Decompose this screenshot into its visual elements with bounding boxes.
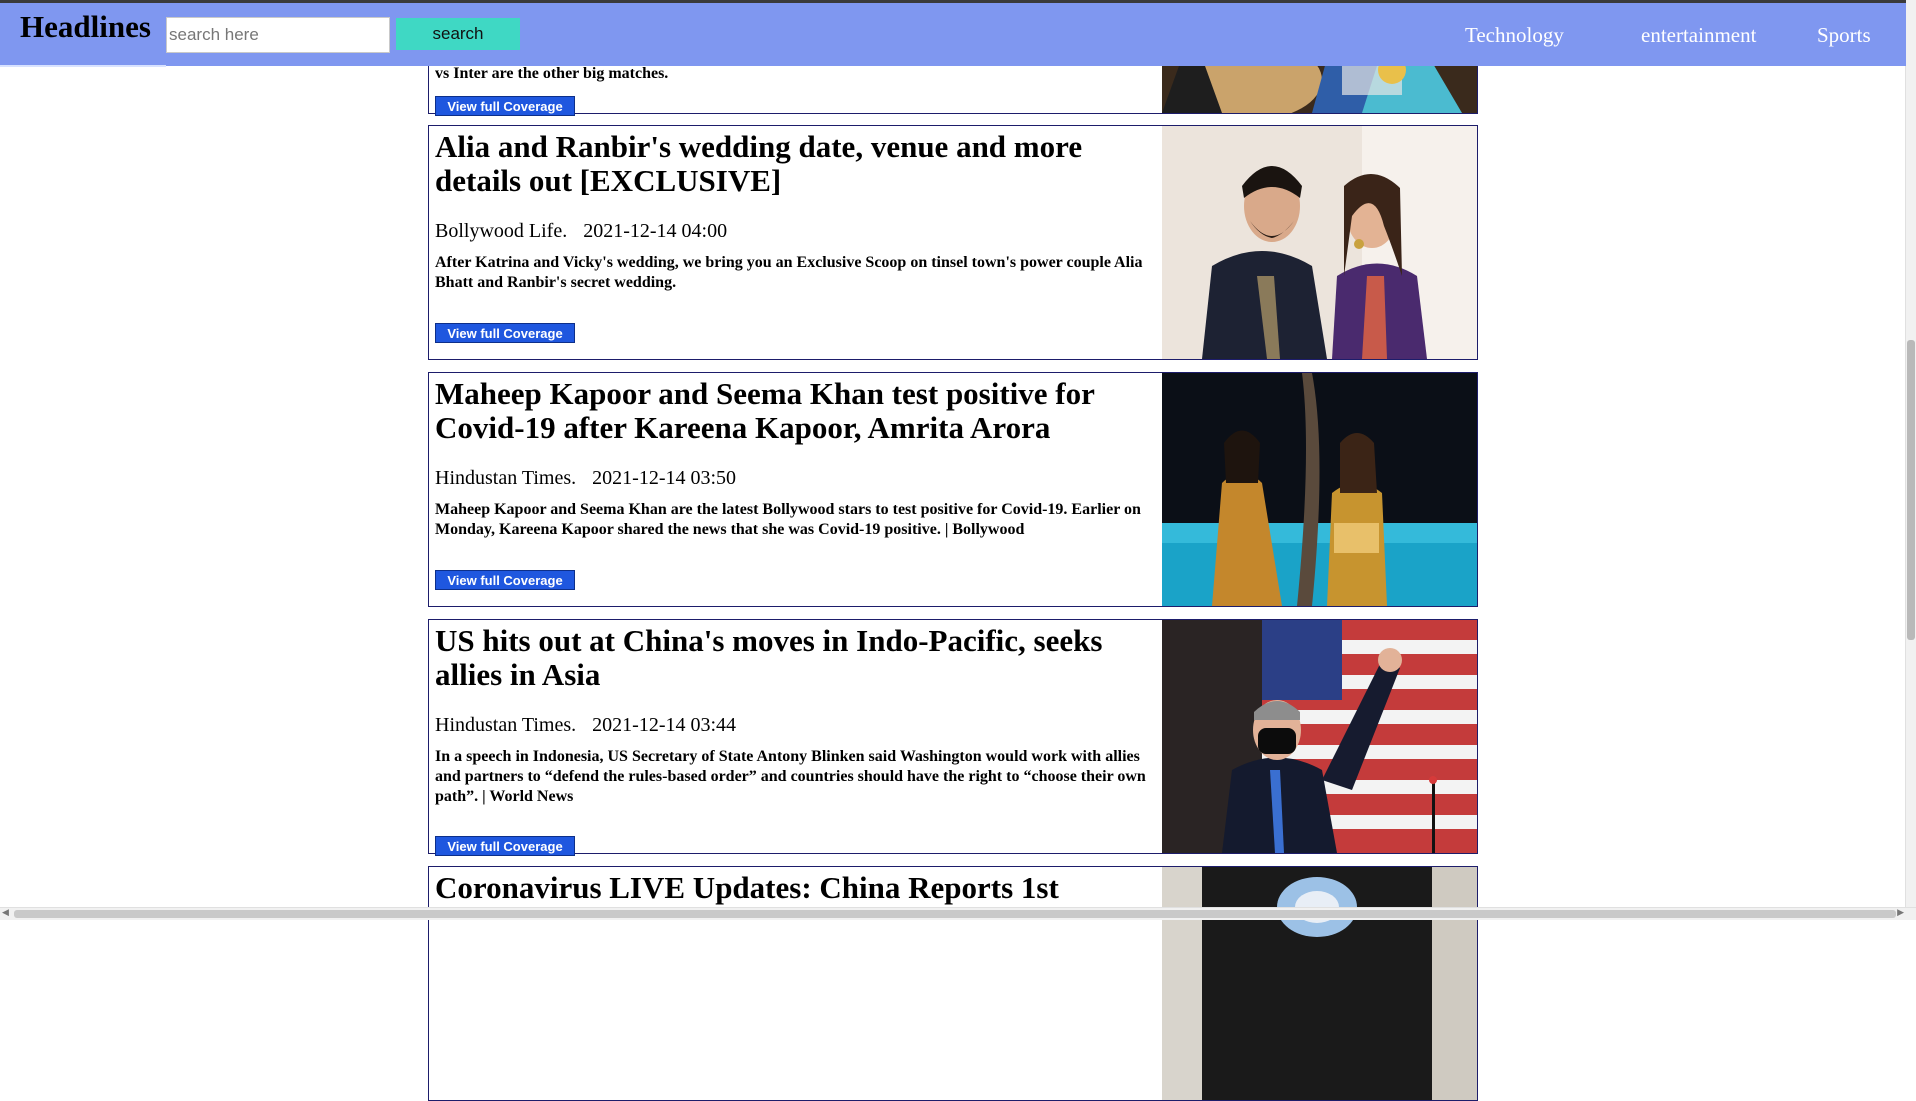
news-card: Maheep Kapoor and Seema Khan test positi… (428, 372, 1478, 607)
hazmat-photo[interactable] (1162, 867, 1477, 1100)
card-text: Maheep Kapoor and Seema Khan test positi… (435, 373, 1155, 540)
couple-photo[interactable] (1162, 126, 1477, 359)
card-date: 2021-12-14 03:44 (592, 714, 737, 736)
view-coverage-button[interactable]: View full Coverage (435, 323, 575, 343)
brand-underline (0, 65, 166, 67)
nav-entertainment[interactable]: entertainment (1641, 23, 1756, 48)
search-input[interactable] (166, 17, 390, 53)
card-text: US hits out at China's moves in Indo-Pac… (435, 620, 1155, 807)
horizontal-scrollbar[interactable]: ◀ ▶ (0, 907, 1916, 920)
card-text: Coronavirus LIVE Updates: China Reports … (435, 867, 1155, 905)
view-coverage-button[interactable]: View full Coverage (435, 96, 575, 116)
top-navbar: Headlines search Technology entertainmen… (0, 0, 1906, 67)
card-source: Bollywood Life. (435, 220, 568, 242)
card-date: 2021-12-14 03:50 (592, 467, 737, 489)
news-card: US hits out at China's moves in Indo-Pac… (428, 619, 1478, 856)
view-coverage-button[interactable]: View full Coverage (435, 836, 575, 856)
card-description: Maheep Kapoor and Seema Khan are the lat… (435, 501, 1141, 538)
card-source: Hindustan Times. (435, 714, 577, 736)
card-date: 2021-12-14 04:00 (583, 220, 728, 242)
nav-technology[interactable]: Technology (1465, 23, 1564, 48)
poolside-photo[interactable] (1162, 373, 1477, 606)
card-meta: Bollywood Life. 2021-12-14 04:00 (435, 220, 1155, 243)
news-card: Coronavirus LIVE Updates: China Reports … (428, 866, 1478, 1101)
card-description: In a speech in Indonesia, US Secretary o… (435, 748, 1146, 805)
card-meta: Hindustan Times. 2021-12-14 03:50 (435, 467, 1155, 490)
speaker-flag-photo[interactable] (1162, 620, 1477, 853)
card-title[interactable]: Coronavirus LIVE Updates: China Reports … (435, 867, 1155, 905)
card-title[interactable]: US hits out at China's moves in Indo-Pac… (435, 620, 1155, 692)
vertical-scroll-thumb[interactable] (1907, 340, 1915, 640)
card-description: After Katrina and Vicky's wedding, we br… (435, 254, 1143, 291)
nav-sports[interactable]: Sports (1817, 23, 1871, 48)
search-button[interactable]: search (396, 18, 520, 50)
brand-title[interactable]: Headlines (20, 9, 151, 45)
card-title[interactable]: Alia and Ranbir's wedding date, venue an… (435, 126, 1155, 198)
news-card: Alia and Ranbir's wedding date, venue an… (428, 125, 1478, 360)
horizontal-scroll-thumb[interactable] (14, 910, 1896, 918)
card-description: vs Inter are the other big matches. (435, 65, 669, 82)
card-text: Alia and Ranbir's wedding date, venue an… (435, 126, 1155, 293)
scroll-right-icon[interactable]: ▶ (1897, 908, 1904, 918)
scroll-left-icon[interactable]: ◀ (2, 908, 9, 918)
card-source: Hindustan Times. (435, 467, 577, 489)
card-title[interactable]: Maheep Kapoor and Seema Khan test positi… (435, 373, 1155, 445)
card-meta: Hindustan Times. 2021-12-14 03:44 (435, 714, 1155, 737)
vertical-scrollbar[interactable] (1905, 0, 1916, 908)
view-coverage-button[interactable]: View full Coverage (435, 570, 575, 590)
